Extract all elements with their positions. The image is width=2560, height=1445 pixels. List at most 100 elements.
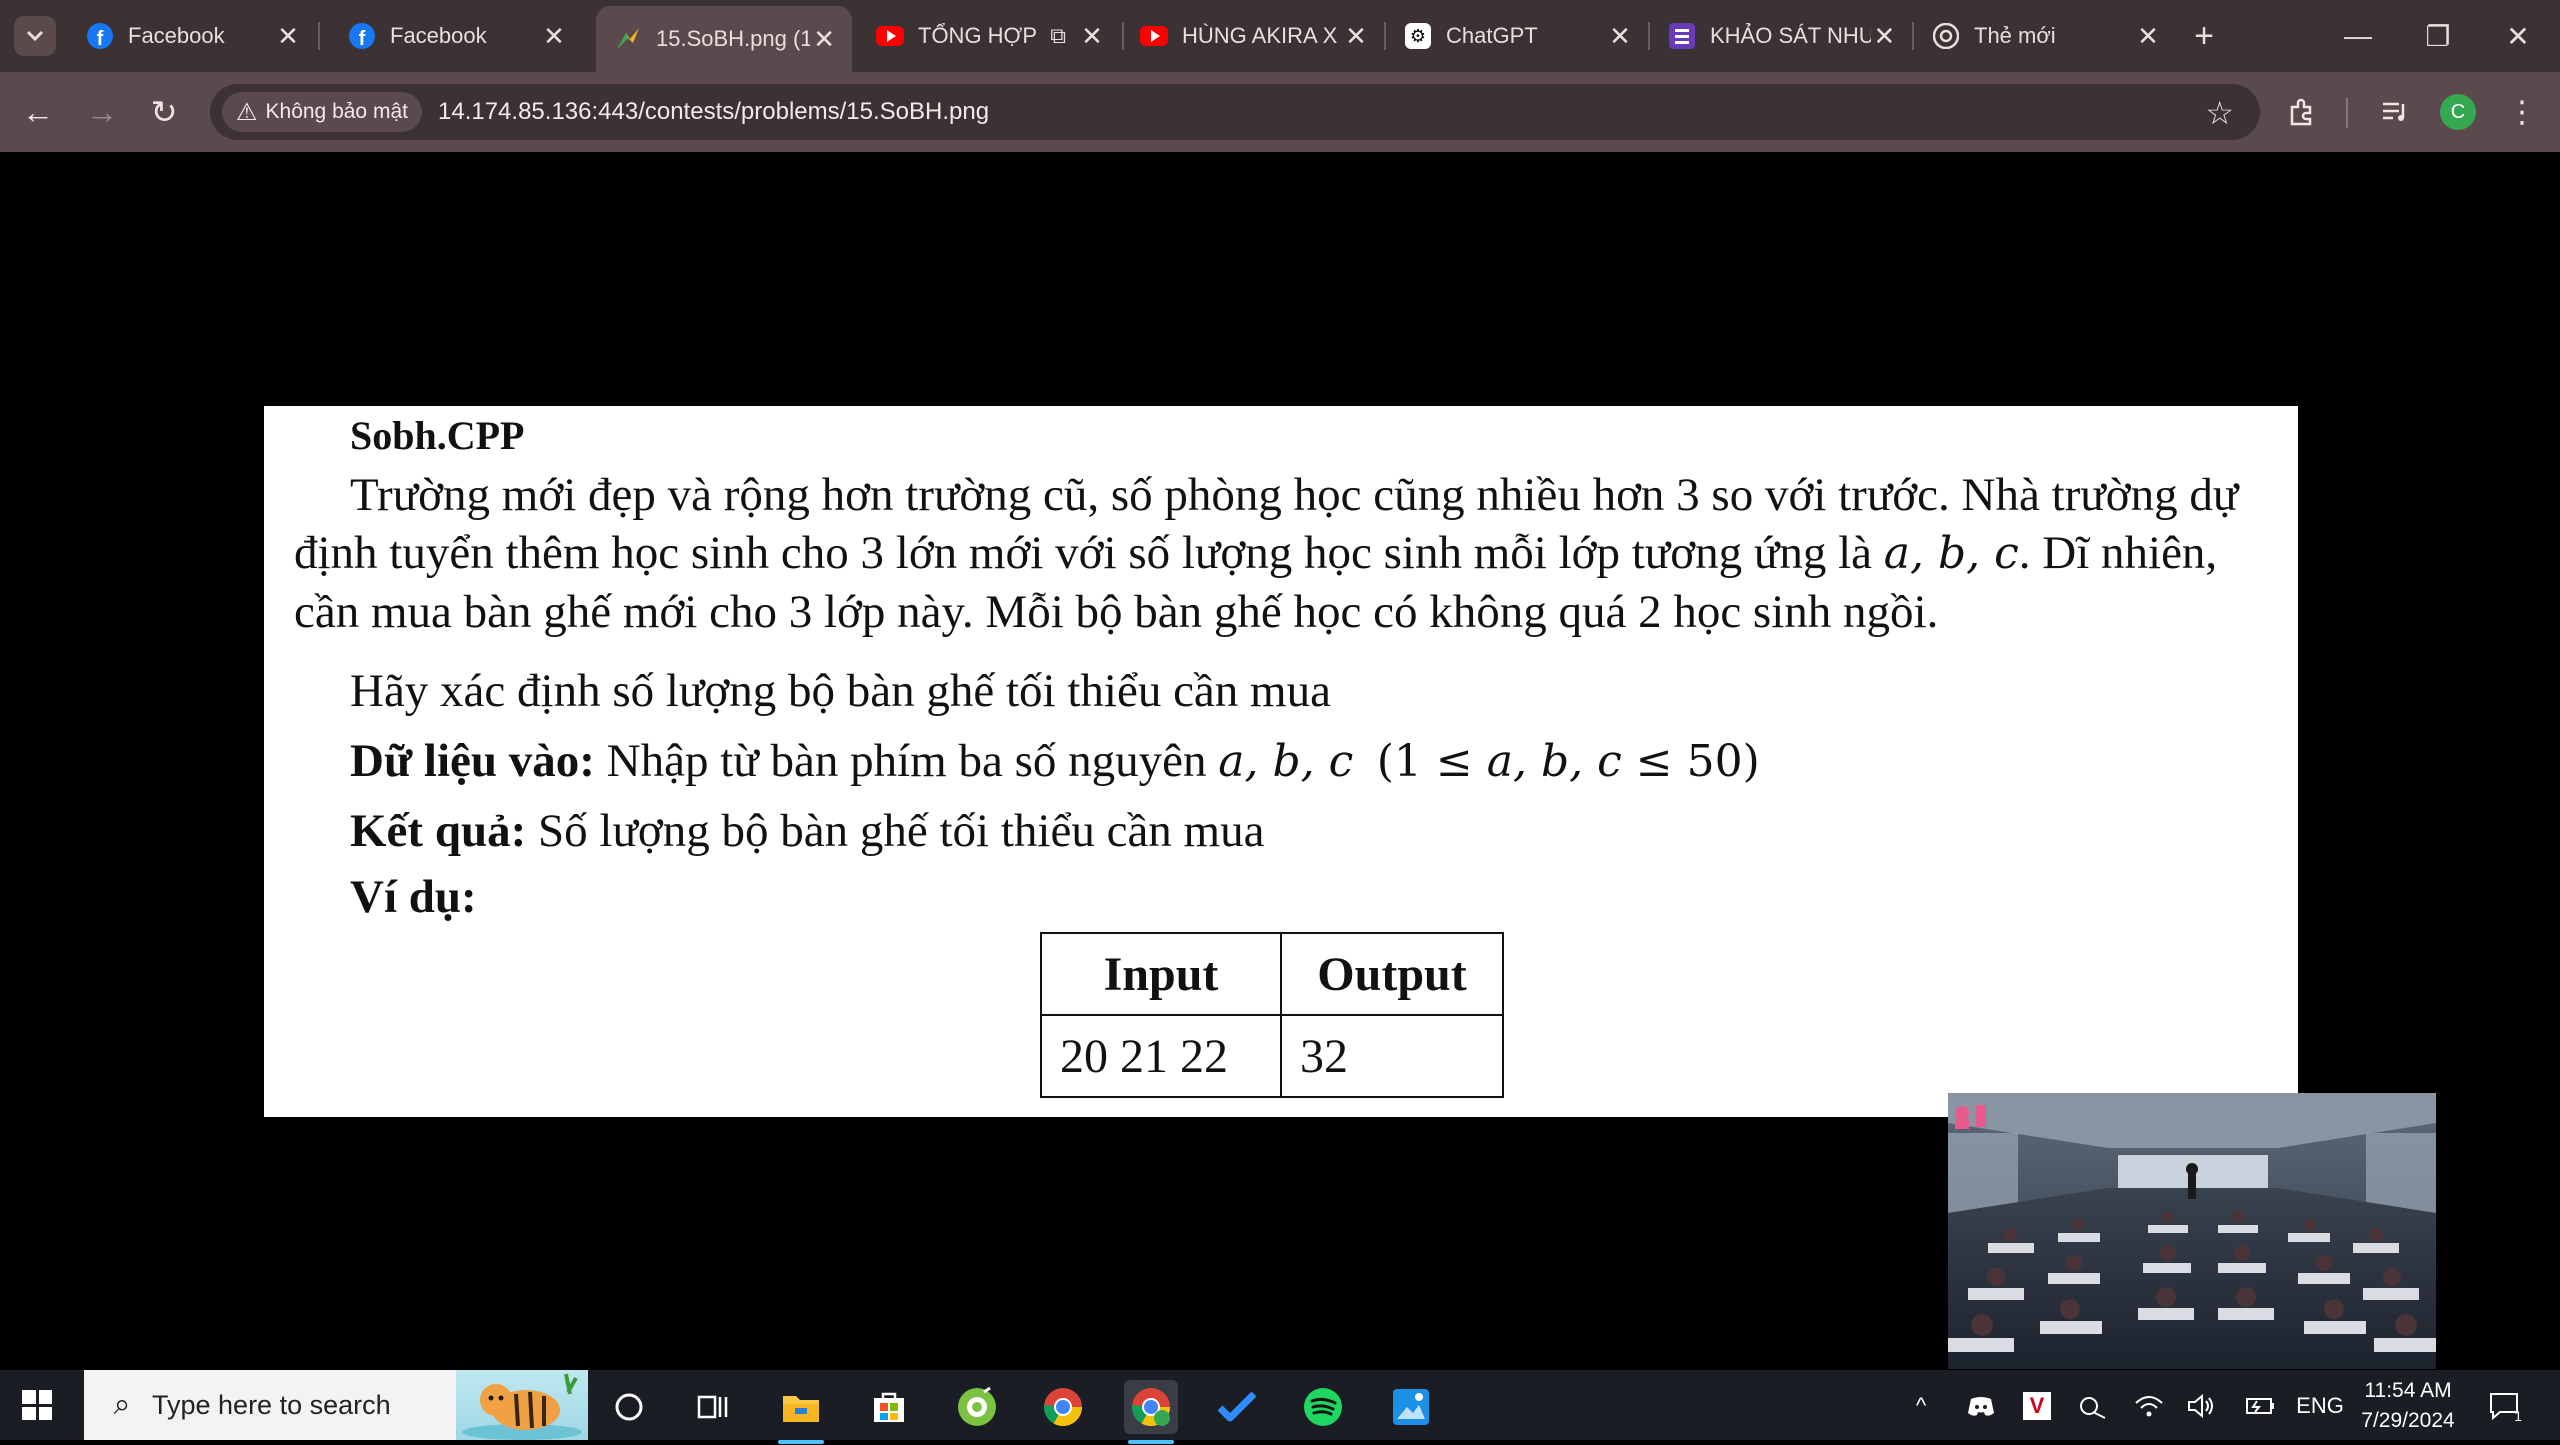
restore-button[interactable]: ❐ [2416,14,2460,58]
chrome-icon [1932,22,1960,50]
problem-statement-image: Sobh.CPP Trường mới đẹp và rộng hơn trườ… [264,406,2298,1117]
chevron-down-icon [26,30,44,42]
close-icon[interactable]: ✕ [810,24,838,54]
security-indicator[interactable]: ⚠ Không bảo mật [222,92,422,132]
url-text[interactable]: 14.174.85.136:443/contests/problems/15.S… [438,98,989,126]
tab-chatgpt[interactable]: ⚙ ChatGPT ✕ [1386,10,1648,62]
microsoft-store-icon[interactable] [862,1380,916,1434]
example-table: Input Output 20 21 22 32 [1040,932,1504,1098]
extensions-icon[interactable] [2280,90,2324,134]
close-icon[interactable]: ✕ [2134,21,2162,51]
volume-icon[interactable] [2184,1388,2218,1424]
tab-youtube-hung-akira[interactable]: HÙNG AKIRA X ✕ [1122,10,1384,62]
notification-count: 1 [2514,1408,2522,1424]
example-label: Ví dụ: [350,871,477,923]
input-language[interactable]: ENG [2296,1388,2344,1424]
media-control-icon[interactable] [2374,90,2418,134]
clock-time: 11:54 AM [2364,1379,2452,1402]
classroom-video-frame [1948,1093,2436,1369]
search-icon: ⌕ [113,1388,131,1421]
table-header-output: Output [1280,932,1504,1016]
todo-icon[interactable] [1210,1380,1264,1434]
toolbar-divider [2346,98,2348,128]
input-variables: a, b, c [1218,736,1354,787]
table-header-input: Input [1040,932,1282,1016]
tab-problem-image[interactable]: 15.SoBH.png (1 ✕ [596,6,852,72]
output-label: Kết quả: [350,805,527,857]
forward-button[interactable]: → [80,90,124,134]
chrome-icon[interactable] [1036,1380,1090,1434]
battery-icon[interactable] [2240,1388,2280,1424]
close-window-button[interactable]: ✕ [2496,14,2540,58]
tab-strip: f Facebook ✕ f Facebook ✕ 15.SoBH.png (1… [0,0,2560,72]
new-tab-button[interactable]: + [2186,17,2222,55]
problem-description: Trường mới đẹp và rộng hơn trường cũ, số… [294,466,2254,641]
tab-facebook-2[interactable]: f Facebook ✕ [330,10,582,62]
vietkey-icon[interactable]: V [2020,1388,2054,1424]
input-constraint-vars: a, b, c [1486,736,1622,787]
tab-new-tab[interactable]: Thẻ mới ✕ [1914,10,2176,62]
input-label: Dữ liệu vào: [350,735,595,787]
table-row: 20 21 22 32 [1040,1014,1504,1098]
tab-title: 15.SoBH.png (1 [656,26,811,51]
warning-icon: ⚠ [236,98,258,126]
task-line: Hãy xác định số lượng bộ bàn ghế tối thi… [350,665,1331,717]
clock-date: 7/29/2024 [2361,1409,2455,1432]
address-bar[interactable]: ⚠ Không bảo mật 14.174.85.136:443/contes… [210,84,2260,140]
picture-in-picture-video[interactable] [1948,1093,2436,1369]
taskbar-search-box[interactable]: ⌕ Type here to search [84,1370,588,1440]
tab-search-button[interactable] [14,16,56,56]
tab-title: TỔNG HỢP [918,23,1038,48]
cortana-icon[interactable] [602,1380,656,1434]
show-hidden-icons-chevron-icon[interactable]: ^ [1906,1388,1936,1424]
close-icon[interactable]: ✕ [274,21,302,51]
youtube-icon [1140,22,1168,50]
tab-facebook-1[interactable]: f Facebook ✕ [68,10,316,62]
close-icon[interactable]: ✕ [1606,21,1634,51]
close-icon[interactable]: ✕ [540,21,568,51]
table-cell-input: 20 21 22 [1040,1014,1282,1098]
input-constraint-close: ≤ 50) [1621,736,1760,787]
tab-title: HÙNG AKIRA X [1182,23,1338,48]
wifi-icon[interactable] [2132,1388,2166,1424]
contest-site-icon [614,25,642,53]
input-constraint-open: (1 ≤ [1376,736,1487,787]
youtube-icon [876,22,904,50]
coccoc-icon[interactable] [950,1380,1004,1434]
profile-avatar[interactable]: C [2440,94,2476,130]
close-icon[interactable]: ✕ [1342,21,1370,51]
notification-center-icon[interactable]: 1 [2486,1388,2522,1424]
file-explorer-icon[interactable] [774,1380,828,1444]
chrome-profile-icon[interactable] [1124,1380,1178,1444]
output-text: Số lượng bộ bàn ghế tối thiểu cần mua [526,805,1265,857]
task-view-icon[interactable] [686,1380,740,1434]
tab-youtube-tong-hop[interactable]: TỔNG HỢP ⧉ ✕ [858,10,1120,62]
page-viewport: Sobh.CPP Trường mới đẹp và rộng hơn trườ… [0,152,2560,1370]
search-highlight-tiger-icon[interactable] [456,1370,588,1440]
tab-title: Facebook [128,23,225,48]
facebook-icon: f [348,22,376,50]
table-cell-output: 32 [1280,1014,1504,1098]
network-sharing-icon[interactable] [2076,1388,2110,1424]
windows-taskbar: ⌕ Type here to search ^ V ENG 11:54 AM 7… [0,1370,2560,1444]
photos-icon[interactable] [1384,1380,1438,1434]
minimize-button[interactable]: — [2336,14,2380,58]
chatgpt-icon: ⚙ [1404,22,1432,50]
tab-title: ChatGPT [1446,23,1538,48]
discord-icon[interactable] [1964,1388,1998,1424]
close-icon[interactable]: ✕ [1078,21,1106,51]
security-label: Không bảo mật [265,100,408,123]
bookmark-star-icon[interactable]: ☆ [2205,94,2234,132]
tab-google-form[interactable]: KHẢO SÁT NHU ✕ [1650,10,1912,62]
menu-icon[interactable]: ⋮ [2500,90,2544,134]
back-button[interactable]: ← [16,90,60,134]
start-button[interactable] [22,1390,52,1420]
output-spec: Kết quả: Số lượng bộ bàn ghế tối thiểu c… [350,804,1264,858]
tab-title: KHẢO SÁT NHU [1710,23,1871,48]
system-clock[interactable]: 11:54 AM 7/29/2024 [2358,1376,2458,1436]
close-icon[interactable]: ✕ [1871,21,1898,51]
spotify-icon[interactable] [1296,1380,1350,1434]
facebook-icon: f [86,22,114,50]
reload-button[interactable]: ↻ [142,90,186,134]
tab-separator [318,22,320,50]
